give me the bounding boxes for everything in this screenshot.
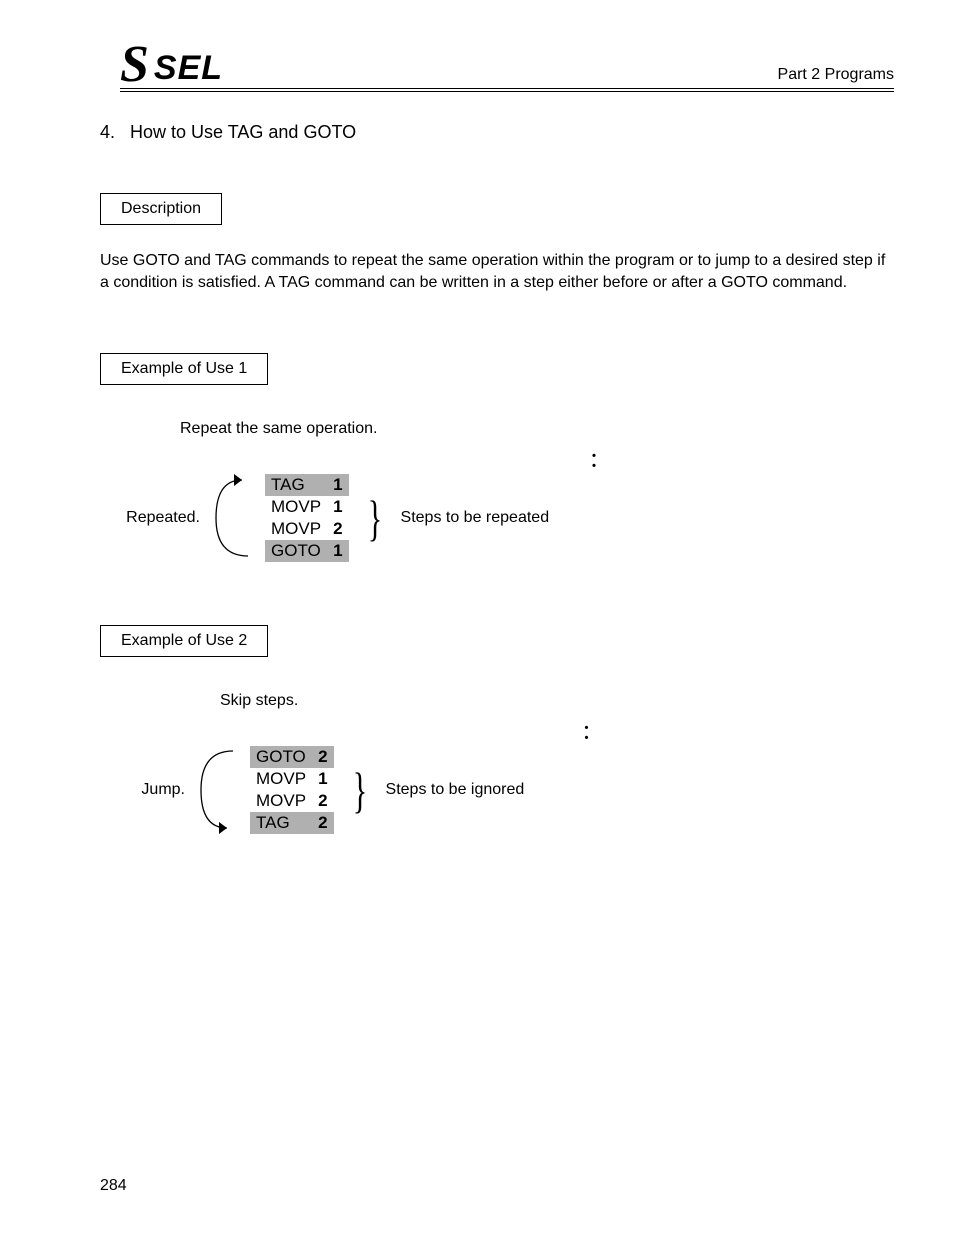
logo-s-glyph: S [120,42,148,89]
table-row: GOTO1 [265,540,349,562]
loop-arrow-up-icon [210,470,255,565]
cmd-cell: TAG [250,812,312,834]
val-cell: 2 [312,790,333,812]
vertical-ellipsis-icon: .. [280,718,894,738]
brace-icon: } [350,770,369,810]
example-1-label: Example of Use 1 [100,353,268,385]
example-1-side-label: Repeated. [110,509,200,527]
table-row: GOTO2 [250,746,334,768]
table-row: TAG2 [250,812,334,834]
cmd-cell: MOVP [265,518,327,540]
table-row: MOVP2 [250,790,334,812]
example-1-right-label: Steps to be repeated [401,509,550,527]
cmd-cell: MOVP [265,496,327,518]
brand-logo: S SEL [120,40,223,88]
val-cell: 1 [327,496,348,518]
section-heading: How to Use TAG and GOTO [130,122,356,142]
cmd-cell: MOVP [250,790,312,812]
section-title: 4. How to Use TAG and GOTO [100,122,894,143]
section-number: 4. [100,122,115,142]
description-body: Use GOTO and TAG commands to repeat the … [100,250,894,293]
part-label: Part 2 Programs [778,66,894,88]
table-row: MOVP2 [265,518,349,540]
cmd-cell: GOTO [250,746,312,768]
table-row: MOVP1 [265,496,349,518]
val-cell: 1 [327,474,348,496]
page-header: S SEL Part 2 Programs [120,40,894,92]
page-number: 284 [100,1177,127,1195]
val-cell: 2 [312,746,333,768]
example-1: Example of Use 1 Repeat the same operati… [100,353,894,565]
table-row: TAG1 [265,474,349,496]
example-1-code-table: TAG1 MOVP1 MOVP2 GOTO1 [265,474,349,562]
cmd-cell: GOTO [265,540,327,562]
example-1-caption: Repeat the same operation. [180,420,894,438]
val-cell: 2 [327,518,348,540]
brace-icon: } [365,498,384,538]
jump-arrow-down-icon [195,742,240,837]
document-page: S SEL Part 2 Programs 4. How to Use TAG … [0,0,954,1235]
table-row: MOVP1 [250,768,334,790]
example-2-right-label: Steps to be ignored [386,781,525,799]
val-cell: 1 [312,768,333,790]
description-label-box: Description [100,193,222,225]
val-cell: 1 [327,540,348,562]
example-2-diagram: Jump. GOTO2 MOVP1 MOVP2 TAG2 } Steps to … [110,742,894,837]
cmd-cell: MOVP [250,768,312,790]
example-1-diagram: Repeated. TAG1 MOVP1 MOVP2 GOTO1 } Steps… [110,470,894,565]
vertical-ellipsis-icon: .. [295,446,894,466]
logo-sel-text: SEL [154,49,223,88]
example-2-code-table: GOTO2 MOVP1 MOVP2 TAG2 [250,746,334,834]
example-2: Example of Use 2 Skip steps. .. Jump. GO… [100,625,894,837]
example-2-label: Example of Use 2 [100,625,268,657]
cmd-cell: TAG [265,474,327,496]
example-2-caption: Skip steps. [220,692,894,710]
val-cell: 2 [312,812,333,834]
example-2-side-label: Jump. [110,781,185,799]
